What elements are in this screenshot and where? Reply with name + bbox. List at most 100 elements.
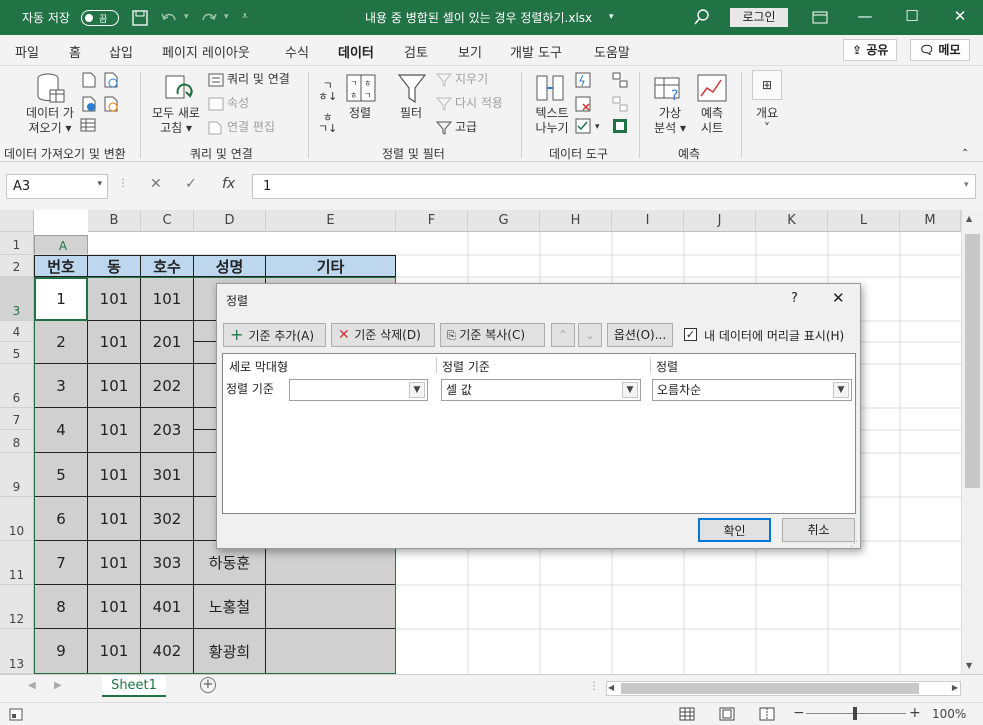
- table-cell[interactable]: 303: [141, 541, 194, 585]
- zoom-slider-thumb[interactable]: [853, 707, 857, 720]
- table-cell[interactable]: 101: [88, 321, 141, 364]
- scroll-thumb[interactable]: [965, 234, 980, 488]
- table-cell[interactable]: 101: [88, 585, 141, 629]
- tab-data[interactable]: 데이터: [338, 42, 374, 69]
- table-cell[interactable]: 2: [34, 321, 88, 364]
- table-cell[interactable]: 5: [34, 453, 88, 497]
- row-header[interactable]: 12: [0, 585, 34, 629]
- add-level-button[interactable]: + 기준 추가(A): [223, 323, 326, 347]
- row-header[interactable]: 3: [0, 277, 34, 321]
- reapply-button[interactable]: 다시 적용: [455, 96, 503, 111]
- table-cell[interactable]: 6: [34, 497, 88, 541]
- what-if-analysis-button[interactable]: 가상 분석 ▾: [650, 106, 690, 136]
- tab-review[interactable]: 검토: [404, 42, 428, 61]
- sort-asc-icon[interactable]: ㄱㅎ↓: [318, 80, 337, 102]
- col-header-i[interactable]: I: [612, 210, 684, 232]
- ribbon-display-icon[interactable]: [812, 11, 828, 24]
- row-header[interactable]: 6: [0, 364, 34, 408]
- table-header-cell[interactable]: 성명: [194, 255, 266, 277]
- table-cell[interactable]: 101: [88, 541, 141, 585]
- queries-connections-button[interactable]: 쿼리 및 연결: [227, 72, 290, 87]
- scroll-down-icon[interactable]: ▼: [966, 661, 972, 670]
- flash-fill-icon[interactable]: [575, 72, 591, 88]
- macro-record-icon[interactable]: [9, 708, 23, 721]
- recent-sources-icon[interactable]: [104, 96, 118, 112]
- table-cell[interactable]: 401: [141, 585, 194, 629]
- col-header-d[interactable]: D: [194, 210, 266, 232]
- table-cell[interactable]: 302: [141, 497, 194, 541]
- help-button[interactable]: ?: [791, 291, 798, 306]
- sort-desc-icon[interactable]: ㅎㄱ↓: [318, 112, 337, 134]
- move-down-button[interactable]: ⌄: [578, 323, 602, 347]
- search-icon[interactable]: [694, 9, 710, 25]
- headers-checkbox[interactable]: ✓: [684, 328, 697, 341]
- table-cell[interactable]: 8: [34, 585, 88, 629]
- comments-button[interactable]: 🗨 메모: [910, 39, 970, 61]
- consolidate-icon[interactable]: [612, 72, 628, 88]
- text-to-columns-button[interactable]: 텍스트 나누기: [532, 106, 572, 136]
- data-validation-icon[interactable]: [575, 118, 591, 134]
- ok-button[interactable]: 확인: [698, 518, 771, 542]
- relationships-icon[interactable]: [612, 96, 628, 112]
- data-model-icon[interactable]: [612, 118, 628, 134]
- row-header[interactable]: 11: [0, 541, 34, 585]
- table-cell[interactable]: [266, 629, 396, 674]
- close-window-icon[interactable]: ✕: [950, 6, 970, 26]
- col-header-j[interactable]: J: [684, 210, 756, 232]
- tab-view[interactable]: 보기: [458, 42, 482, 61]
- table-cell[interactable]: [266, 585, 396, 629]
- properties-button[interactable]: 속성: [227, 96, 249, 111]
- table-cell[interactable]: 402: [141, 629, 194, 674]
- from-table-icon[interactable]: [82, 96, 96, 112]
- dialog-close-button[interactable]: ✕: [832, 289, 845, 307]
- table-cell[interactable]: 101: [88, 629, 141, 674]
- select-all-corner[interactable]: [0, 210, 34, 232]
- advanced-filter-button[interactable]: 고급: [455, 120, 477, 135]
- normal-view-icon[interactable]: [679, 707, 695, 721]
- col-header-b[interactable]: B: [88, 210, 141, 232]
- tab-file[interactable]: 파일: [15, 42, 39, 61]
- filter-button[interactable]: 필터: [400, 106, 422, 121]
- sheet-tab-sheet1[interactable]: Sheet1: [102, 675, 166, 697]
- horizontal-scrollbar[interactable]: ◀ ▶: [606, 681, 961, 696]
- enter-icon[interactable]: ✓: [185, 176, 197, 192]
- zoom-in-icon[interactable]: +: [909, 705, 921, 721]
- edit-links-button[interactable]: 연결 편집: [227, 120, 275, 135]
- next-sheet-icon[interactable]: ▶: [54, 680, 62, 691]
- active-cell-a3[interactable]: 1: [34, 277, 88, 321]
- col-header-k[interactable]: K: [756, 210, 828, 232]
- tab-developer[interactable]: 개발 도구: [510, 42, 562, 61]
- headers-checkbox-label[interactable]: 내 데이터에 머리글 표시(H): [704, 327, 844, 344]
- expand-formula-bar-icon[interactable]: ▾: [964, 180, 969, 190]
- share-button[interactable]: ⇪ 공유: [843, 39, 898, 61]
- move-up-button[interactable]: ⌃: [551, 323, 575, 347]
- insert-function-icon[interactable]: fx: [222, 176, 235, 192]
- row-header[interactable]: 1: [0, 232, 34, 255]
- refresh-all-button[interactable]: 모두 새로 고침 ▾: [146, 106, 206, 136]
- table-cell[interactable]: 101: [88, 497, 141, 541]
- col-header-m[interactable]: M: [900, 210, 961, 232]
- table-cell[interactable]: 301: [141, 453, 194, 497]
- row-header[interactable]: 9: [0, 453, 34, 497]
- table-cell[interactable]: 101: [88, 277, 141, 321]
- redo-dropdown-icon[interactable]: ▾: [224, 12, 229, 22]
- minimize-icon[interactable]: —: [855, 6, 875, 26]
- login-button[interactable]: 로그인: [730, 8, 788, 27]
- table-header-cell[interactable]: 번호: [34, 255, 88, 277]
- table-cell[interactable]: 황광희: [194, 629, 266, 674]
- col-header-g[interactable]: G: [468, 210, 540, 232]
- row-header[interactable]: 5: [0, 342, 34, 364]
- cancel-icon[interactable]: ✕: [150, 176, 162, 192]
- vertical-scrollbar[interactable]: ▲ ▼: [961, 210, 983, 674]
- col-header-e[interactable]: E: [266, 210, 396, 232]
- sort-on-select[interactable]: 셀 값 ▼: [441, 379, 641, 401]
- row-header[interactable]: 4: [0, 321, 34, 342]
- row-header[interactable]: 8: [0, 430, 34, 453]
- row-header[interactable]: 2: [0, 255, 34, 277]
- from-text-icon[interactable]: [82, 72, 96, 88]
- tab-home[interactable]: 홈: [69, 42, 81, 61]
- table-cell[interactable]: 101: [141, 277, 194, 321]
- resize-grip-icon[interactable]: ⋰: [850, 539, 858, 548]
- page-break-view-icon[interactable]: [759, 707, 775, 721]
- existing-connections-icon[interactable]: [80, 118, 96, 132]
